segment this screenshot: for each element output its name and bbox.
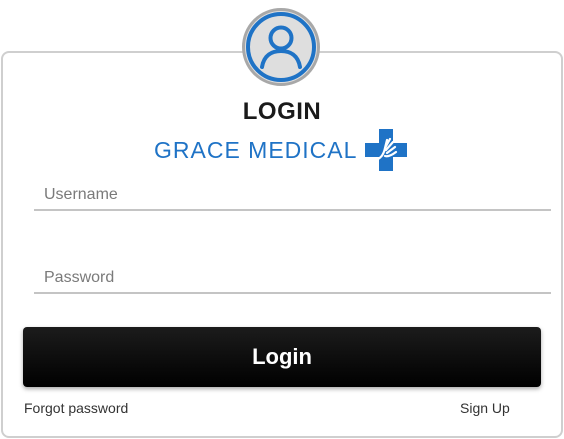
medical-cross-hand-icon [365,129,408,171]
username-field [34,181,551,211]
brand-name: GRACE MEDICAL [154,136,358,163]
user-icon [246,12,316,82]
avatar [242,8,320,86]
brand: GRACE MEDICAL [154,128,408,172]
password-field [34,264,551,294]
password-input[interactable] [34,264,551,292]
login-button[interactable]: Login [23,327,541,387]
page-title: LOGIN [242,98,322,125]
username-input[interactable] [34,181,551,209]
forgot-password-link[interactable]: Forgot password [24,400,128,416]
sign-up-link[interactable]: Sign Up [460,400,510,416]
